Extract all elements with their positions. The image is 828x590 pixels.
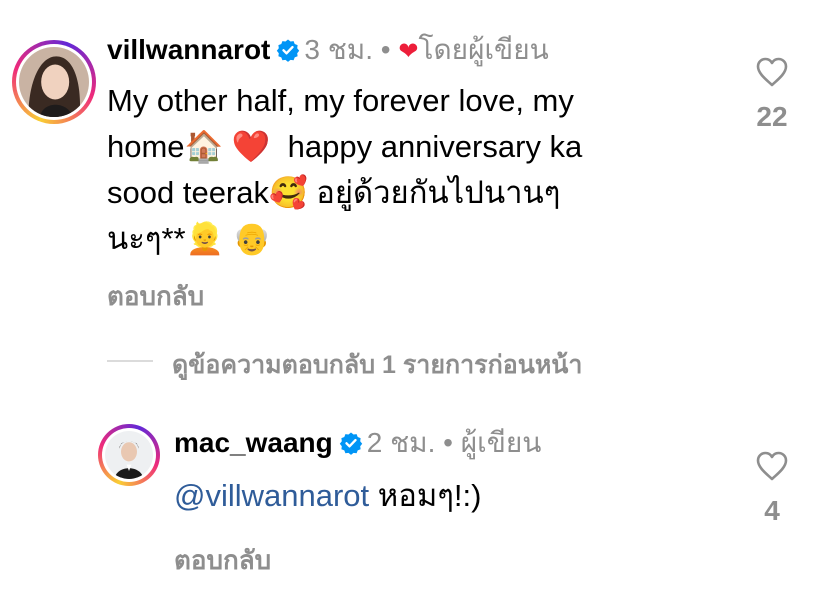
avatar-mac-waang[interactable] xyxy=(98,424,160,486)
comment-line-text: อยู่ด้วยกันไปนานๆ xyxy=(316,175,561,210)
reply-header: mac_waang 2 ชม. • ผู้เขียน xyxy=(174,425,541,464)
reply-reply-button[interactable]: ตอบกลับ xyxy=(174,540,271,581)
blond-man-emoji-icon: 👱 xyxy=(185,221,225,257)
view-previous-replies-button[interactable]: ดูข้อความตอบกลับ 1 รายการก่อนหน้า xyxy=(172,345,582,385)
verified-badge-icon xyxy=(339,428,363,464)
profile-photo-icon xyxy=(19,47,89,117)
smiling-hearts-emoji-icon: 🥰 xyxy=(269,175,308,211)
author-label: ผู้เขียน xyxy=(460,427,542,458)
comment-line-text: home xyxy=(107,129,185,164)
replies-divider xyxy=(107,360,153,362)
heart-emoji-icon: ❤️ xyxy=(231,129,271,165)
meta-dot: • xyxy=(380,34,391,65)
reply-time: 2 ชม. xyxy=(366,427,436,458)
reply-text: @villwannarot หอมๆ!:) xyxy=(174,473,481,519)
comment-username[interactable]: villwannarot xyxy=(107,34,270,65)
comment-line: home🏠 ❤️ happy anniversary ka xyxy=(107,124,727,170)
comment-like-count: 22 xyxy=(756,101,788,132)
comment-line-text: นะๆ** xyxy=(107,221,186,256)
profile-photo-icon xyxy=(105,431,153,479)
comment-text: My other half, my forever love, my home🏠… xyxy=(107,78,727,262)
comment-line: My other half, my forever love, my xyxy=(107,83,574,118)
house-emoji-icon: 🏠 xyxy=(184,129,224,165)
comment-line-text: sood teerak xyxy=(107,175,269,210)
like-heart-icon[interactable] xyxy=(755,57,789,92)
mention-link[interactable]: @villwannarot xyxy=(174,478,369,513)
liked-heart-icon: ❤ xyxy=(398,38,419,65)
comment-like: 22 xyxy=(742,56,802,133)
reply-like: 4 xyxy=(742,450,802,527)
meta-dot: • xyxy=(443,427,453,458)
like-heart-icon[interactable] xyxy=(755,451,789,486)
comment-reply-button[interactable]: ตอบกลับ xyxy=(107,276,204,317)
old-man-emoji-icon: 👴 xyxy=(232,221,272,257)
comment-header: villwannarot 3 ชม. • ❤โดยผู้เขียน xyxy=(107,32,549,71)
comment-line: sood teerak🥰 อยู่ด้วยกันไปนานๆ xyxy=(107,170,727,216)
comment-time: 3 ชม. xyxy=(304,34,373,65)
liked-by-author-label: โดยผู้เขียน xyxy=(418,34,549,65)
comment-line: นะๆ**👱 👴 xyxy=(107,216,727,262)
reply-text-content: หอมๆ!:) xyxy=(377,478,482,513)
avatar-villwannarot[interactable] xyxy=(12,40,96,124)
reply-like-count: 4 xyxy=(764,495,780,526)
verified-badge-icon xyxy=(276,35,300,71)
reply-username[interactable]: mac_waang xyxy=(174,427,333,458)
comment-line-text: happy anniversary ka xyxy=(287,129,583,164)
